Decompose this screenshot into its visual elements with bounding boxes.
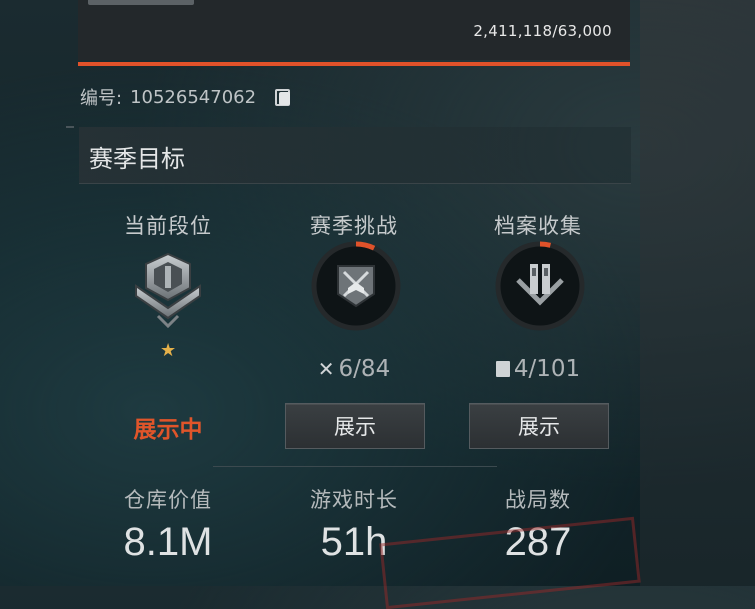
divider-tick: [66, 126, 74, 128]
player-id-row: 编号: 10526547062: [80, 84, 292, 110]
warehouse-value: 8.1M: [123, 520, 213, 564]
stats-divider: [213, 466, 497, 467]
archive-collection-count: 4/101: [454, 356, 622, 382]
play-time-label: 游戏时长: [310, 488, 398, 512]
star-icon: ★: [160, 340, 177, 361]
experience-value: 2,411,118/63,000: [473, 22, 612, 40]
season-challenge-ring: [310, 240, 402, 332]
season-challenge-label: 赛季挑战: [310, 214, 398, 238]
current-rank-column: 当前段位 ★: [84, 210, 252, 361]
warehouse-value-stat: 仓库价值 8.1M: [84, 484, 252, 565]
player-id-label: 编号:: [80, 88, 123, 109]
document-icon: [495, 361, 510, 377]
archive-collection-show-button[interactable]: 展示: [469, 403, 609, 449]
current-rank-label: 当前段位: [124, 214, 212, 238]
experience-progress-bar: [78, 62, 630, 66]
archive-collection-count-value: 4/101: [513, 356, 581, 382]
swords-small-icon: ✕: [317, 357, 335, 381]
rank-showing-status: 展示中: [133, 417, 203, 443]
profile-card: 2,411,118/63,000: [78, 0, 630, 66]
season-challenge-progress-ring: [311, 241, 401, 331]
warehouse-value-label: 仓库价值: [124, 488, 212, 512]
season-goals-header: 赛季目标: [79, 127, 631, 184]
archive-collection-label: 档案收集: [494, 214, 582, 238]
season-challenge-count: ✕ 6/84: [270, 356, 438, 382]
copy-icon[interactable]: [274, 88, 292, 106]
background-scenery: [640, 0, 755, 586]
avatar-thumbnail: [88, 0, 194, 5]
season-goals-title: 赛季目标: [89, 145, 185, 173]
archive-collection-column: 档案收集 4/101: [454, 210, 622, 382]
rank-emblem-icon: [135, 252, 201, 329]
archive-collection-progress-ring: [495, 241, 585, 331]
player-id-value: 10526547062: [130, 86, 257, 108]
experience-progress-fill: [78, 62, 630, 66]
archive-collection-ring: [494, 240, 586, 332]
season-challenge-column: 赛季挑战 ✕ 6/84: [270, 210, 438, 382]
match-count-label: 战局数: [505, 488, 571, 512]
season-challenge-count-value: 6/84: [338, 356, 391, 382]
season-challenge-show-button[interactable]: 展示: [285, 403, 425, 449]
